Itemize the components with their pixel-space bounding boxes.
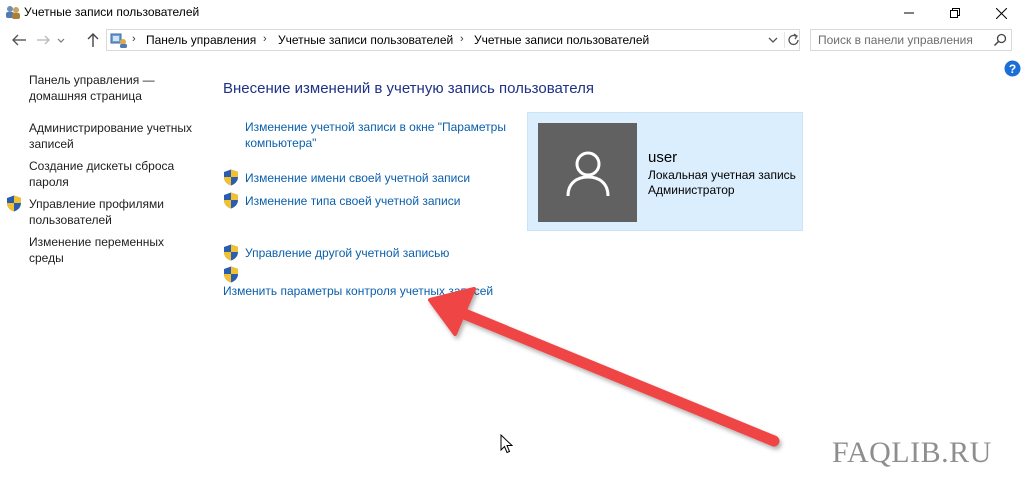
search-icon[interactable] bbox=[993, 33, 1007, 47]
help-icon[interactable]: ? bbox=[1004, 60, 1021, 77]
sidebar-link-manage-accounts[interactable]: Администрирование учетных записей bbox=[29, 120, 201, 152]
sidebar-link-label: Создание дискеты сброса bbox=[29, 159, 175, 173]
search-input[interactable] bbox=[818, 33, 988, 47]
breadcrumb-separator: › bbox=[460, 33, 464, 45]
user-silhouette-icon bbox=[566, 151, 609, 196]
window-title: Учетные записи пользователей bbox=[24, 5, 200, 19]
sidebar-link-manage-profiles[interactable]: Управление профилями пользователей bbox=[29, 196, 201, 228]
uac-shield-icon bbox=[7, 195, 21, 212]
user-card: user Локальная учетная запись Администра… bbox=[527, 112, 803, 231]
users-icon bbox=[6, 6, 20, 19]
link-label: Изменение учетной записи в окне "Парамет… bbox=[245, 120, 506, 134]
sidebar-link-label: пользователей bbox=[29, 213, 112, 227]
arrow-right-icon[interactable] bbox=[36, 32, 52, 48]
sidebar-link-label: Панель управления — bbox=[29, 73, 155, 87]
account-type: Локальная учетная запись bbox=[648, 168, 796, 182]
sidebar-link-label: домашняя страница bbox=[29, 89, 142, 103]
mouse-cursor-icon bbox=[500, 434, 514, 454]
link-pc-settings-account[interactable]: Изменение учетной записи в окне "Парамет… bbox=[245, 119, 506, 151]
minimize-button[interactable] bbox=[886, 0, 932, 26]
search-box[interactable] bbox=[810, 29, 1012, 51]
account-role: Администратор bbox=[648, 183, 735, 197]
page-heading: Внесение изменений в учетную запись поль… bbox=[223, 80, 594, 97]
close-icon bbox=[995, 7, 1007, 19]
arrow-up-icon[interactable] bbox=[86, 31, 100, 49]
sidebar-link-label: Управление профилями bbox=[29, 197, 164, 211]
title-bar: Учетные записи пользователей bbox=[0, 0, 1024, 26]
chevron-down-icon[interactable] bbox=[56, 32, 66, 48]
address-bar[interactable]: › Панель управления › Учетные записи пол… bbox=[106, 29, 800, 51]
watermark: FAQLIB.RU bbox=[832, 436, 992, 469]
link-manage-another-account[interactable]: Управление другой учетной записью bbox=[245, 245, 449, 261]
sidebar-link-label: записей bbox=[29, 137, 74, 151]
sidebar-link-environment-variables[interactable]: Изменение переменных среды bbox=[29, 234, 201, 266]
close-button[interactable] bbox=[978, 0, 1024, 26]
breadcrumb-user-accounts[interactable]: Учетные записи пользователей bbox=[278, 33, 453, 47]
breadcrumb-separator: › bbox=[263, 33, 267, 45]
chevron-down-icon[interactable] bbox=[767, 33, 779, 47]
uac-shield-icon bbox=[224, 244, 238, 261]
sidebar-link-label: среды bbox=[29, 251, 64, 265]
breadcrumb-user-accounts-current[interactable]: Учетные записи пользователей bbox=[474, 33, 649, 47]
avatar bbox=[538, 123, 637, 222]
breadcrumb-control-panel[interactable]: Панель управления bbox=[146, 33, 256, 47]
breadcrumb-separator: › bbox=[132, 33, 136, 45]
sidebar-link-label: пароля bbox=[29, 175, 69, 189]
sidebar-link-label: Администрирование учетных bbox=[29, 121, 193, 135]
sidebar-link-reset-disk[interactable]: Создание дискеты сброса пароля bbox=[29, 158, 201, 190]
user-name: user bbox=[648, 149, 678, 166]
sidebar-link-label: Изменение переменных bbox=[29, 235, 165, 249]
link-label: компьютера" bbox=[245, 136, 317, 150]
uac-shield-icon bbox=[224, 192, 238, 209]
minimize-icon bbox=[904, 12, 914, 14]
link-change-account-type[interactable]: Изменение типа своей учетной записи bbox=[245, 193, 460, 209]
refresh-icon[interactable] bbox=[784, 32, 801, 48]
restore-button[interactable] bbox=[932, 0, 978, 26]
uac-shield-icon bbox=[224, 266, 238, 283]
uac-shield-icon bbox=[224, 169, 238, 186]
control-panel-icon bbox=[110, 33, 127, 48]
sidebar-link-control-panel-home[interactable]: Панель управления — домашняя страница bbox=[29, 72, 201, 104]
link-change-uac-settings[interactable]: Изменить параметры контроля учетных запи… bbox=[223, 283, 493, 299]
restore-icon bbox=[950, 8, 960, 18]
arrow-left-icon[interactable] bbox=[10, 32, 28, 48]
link-change-account-name[interactable]: Изменение имени своей учетной записи bbox=[245, 170, 470, 186]
svg-text:?: ? bbox=[1009, 62, 1016, 76]
